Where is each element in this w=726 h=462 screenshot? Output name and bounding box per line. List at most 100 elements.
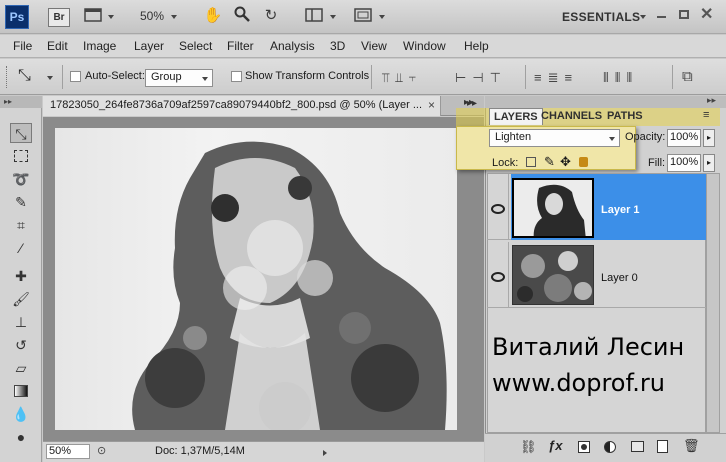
crop-tool-icon[interactable]: ⌗ xyxy=(10,215,32,235)
opacity-slider-button[interactable]: ▸ xyxy=(703,129,715,147)
quick-selection-tool-icon[interactable]: ✎ xyxy=(10,192,32,212)
maximize-icon[interactable] xyxy=(679,10,689,19)
layer-row[interactable]: Layer 0 xyxy=(487,242,706,308)
visibility-eye-icon[interactable] xyxy=(491,204,505,214)
layer-thumbnail xyxy=(512,178,594,238)
fill-label: Fill: xyxy=(648,157,666,169)
zoom-tool-icon[interactable] xyxy=(232,6,252,26)
adjustment-layer-icon[interactable] xyxy=(604,441,616,453)
auto-select-value: Group xyxy=(151,71,182,83)
new-layer-icon[interactable] xyxy=(657,440,668,453)
blend-mode-dropdown[interactable]: Lighten xyxy=(489,129,620,147)
chevron-down-icon[interactable] xyxy=(108,15,114,19)
tab-paths[interactable]: PATHS xyxy=(603,108,647,125)
brush-tool-icon[interactable]: 🖌 xyxy=(10,289,32,309)
panel-menu-icon[interactable]: ≡ xyxy=(703,109,709,121)
opacity-input[interactable]: 100% xyxy=(667,129,701,147)
menu-analysis[interactable]: Analysis xyxy=(270,39,315,53)
status-menu-icon[interactable] xyxy=(323,450,330,456)
link-layers-icon[interactable]: ⛓ xyxy=(520,439,537,455)
distribute-horizontal-icons[interactable]: ⦀⦀⦀ xyxy=(603,70,638,86)
zoom-field[interactable]: 50% xyxy=(46,444,90,459)
zoom-level-dropdown[interactable]: 50% xyxy=(140,9,164,23)
panel-collapse-icon[interactable]: ▸▸ xyxy=(0,96,42,108)
distribute-vertical-icons[interactable]: ≡≣≡ xyxy=(534,70,578,86)
auto-select-dropdown[interactable]: Group xyxy=(145,69,213,87)
menu-select[interactable]: Select xyxy=(179,39,212,53)
lock-transparent-icon[interactable] xyxy=(526,157,536,167)
layer-style-icon[interactable]: ƒx xyxy=(548,438,562,453)
auto-align-layers-icon[interactable]: ⧉ xyxy=(682,68,693,85)
menu-window[interactable]: Window xyxy=(403,39,446,53)
lock-image-icon[interactable]: ✎ xyxy=(544,154,555,170)
hand-tool-icon[interactable]: ✋ xyxy=(203,6,223,26)
menu-filter[interactable]: Filter xyxy=(227,39,254,53)
delete-layer-icon[interactable]: 🗑 xyxy=(683,438,700,454)
rotate-view-icon[interactable]: ↻ xyxy=(261,6,281,26)
chevron-down-icon[interactable] xyxy=(47,76,53,80)
lock-position-icon[interactable]: ✥ xyxy=(560,154,571,170)
lock-label: Lock: xyxy=(492,157,519,169)
fill-input[interactable]: 100% xyxy=(667,154,701,172)
layers-panel-footer: ⛓ ƒx 🗑 xyxy=(485,433,726,462)
close-icon[interactable]: × xyxy=(428,98,435,112)
menu-3d[interactable]: 3D xyxy=(330,39,345,53)
dodge-tool-icon[interactable]: ● xyxy=(10,427,32,447)
show-transform-checkbox[interactable] xyxy=(231,71,242,82)
chevron-down-icon[interactable] xyxy=(330,15,336,19)
layer-row[interactable]: Layer 1 xyxy=(487,174,706,240)
clone-stamp-tool-icon[interactable]: ⊥ xyxy=(10,312,32,332)
panel-collapse-icon[interactable]: ▸▸ xyxy=(707,95,716,106)
arrange-documents-icon[interactable] xyxy=(303,7,325,27)
align-centers-icons[interactable]: ⊢⊣⊤ xyxy=(455,70,507,86)
menu-edit[interactable]: Edit xyxy=(47,39,68,53)
chevron-down-icon[interactable] xyxy=(640,15,646,19)
view-extras-icon[interactable] xyxy=(83,7,103,27)
chevron-down-icon[interactable] xyxy=(379,15,385,19)
photoshop-logo: Ps xyxy=(5,5,29,29)
minimize-icon[interactable] xyxy=(657,16,666,18)
eraser-tool-icon[interactable]: ▱ xyxy=(10,358,32,378)
menu-file[interactable]: File xyxy=(13,39,32,53)
document-canvas-image[interactable] xyxy=(55,128,457,430)
move-tool-icon[interactable]: ⤡ xyxy=(10,123,32,143)
move-tool-preset-icon[interactable]: ⤡ xyxy=(18,67,31,85)
tab-channels[interactable]: CHANNELS xyxy=(537,108,606,125)
healing-brush-tool-icon[interactable]: ✚ xyxy=(10,266,32,286)
layers-scrollbar[interactable] xyxy=(706,173,720,433)
workspace-switcher[interactable]: ESSENTIALS xyxy=(562,10,640,24)
screen-mode-icon[interactable] xyxy=(352,7,374,27)
expand-panels-icon[interactable]: ▸▸ xyxy=(464,97,474,108)
menu-help[interactable]: Help xyxy=(464,39,489,53)
layer-name[interactable]: Layer 0 xyxy=(601,272,638,284)
chevron-down-icon[interactable] xyxy=(171,15,177,19)
menu-image[interactable]: Image xyxy=(83,39,116,53)
menu-view[interactable]: View xyxy=(361,39,387,53)
document-tab[interactable]: 17823050_264fe8736a709af2597ca89079440bf… xyxy=(43,96,441,116)
auto-select-checkbox[interactable] xyxy=(70,71,81,82)
layer-name[interactable]: Layer 1 xyxy=(601,204,640,216)
gradient-tool-icon[interactable] xyxy=(10,381,32,401)
lasso-tool-icon[interactable]: ➰ xyxy=(10,169,32,189)
watermark-url: www.doprof.ru xyxy=(492,369,665,397)
new-group-icon[interactable] xyxy=(631,441,644,452)
tab-layers[interactable]: LAYERS xyxy=(489,108,543,125)
marquee-tool-icon[interactable] xyxy=(10,146,32,166)
history-brush-tool-icon[interactable]: ↺ xyxy=(10,335,32,355)
layer-thumbnail xyxy=(512,245,594,305)
blur-tool-icon[interactable]: 💧 xyxy=(10,404,32,424)
options-bar: ⤡ Auto-Select: Group Show Transform Cont… xyxy=(0,59,726,95)
menu-bar: File Edit Image Layer Select Filter Anal… xyxy=(0,35,726,58)
close-icon[interactable]: ✕ xyxy=(700,4,713,24)
fill-slider-button[interactable]: ▸ xyxy=(703,154,715,172)
status-bar: 50% ⊙ Doc: 1,37M/5,14M xyxy=(43,441,484,462)
lock-all-icon[interactable] xyxy=(579,157,588,167)
blend-mode-value: Lighten xyxy=(495,131,532,143)
add-mask-icon[interactable] xyxy=(578,441,590,453)
visibility-eye-icon[interactable] xyxy=(491,272,505,282)
status-info-icon[interactable]: ⊙ xyxy=(97,444,106,457)
bridge-button[interactable]: Br xyxy=(48,8,70,27)
eyedropper-tool-icon[interactable]: ⁄ xyxy=(10,238,32,258)
align-edges-icons[interactable]: ⫪⫫⫟ xyxy=(382,70,422,86)
menu-layer[interactable]: Layer xyxy=(134,39,164,53)
